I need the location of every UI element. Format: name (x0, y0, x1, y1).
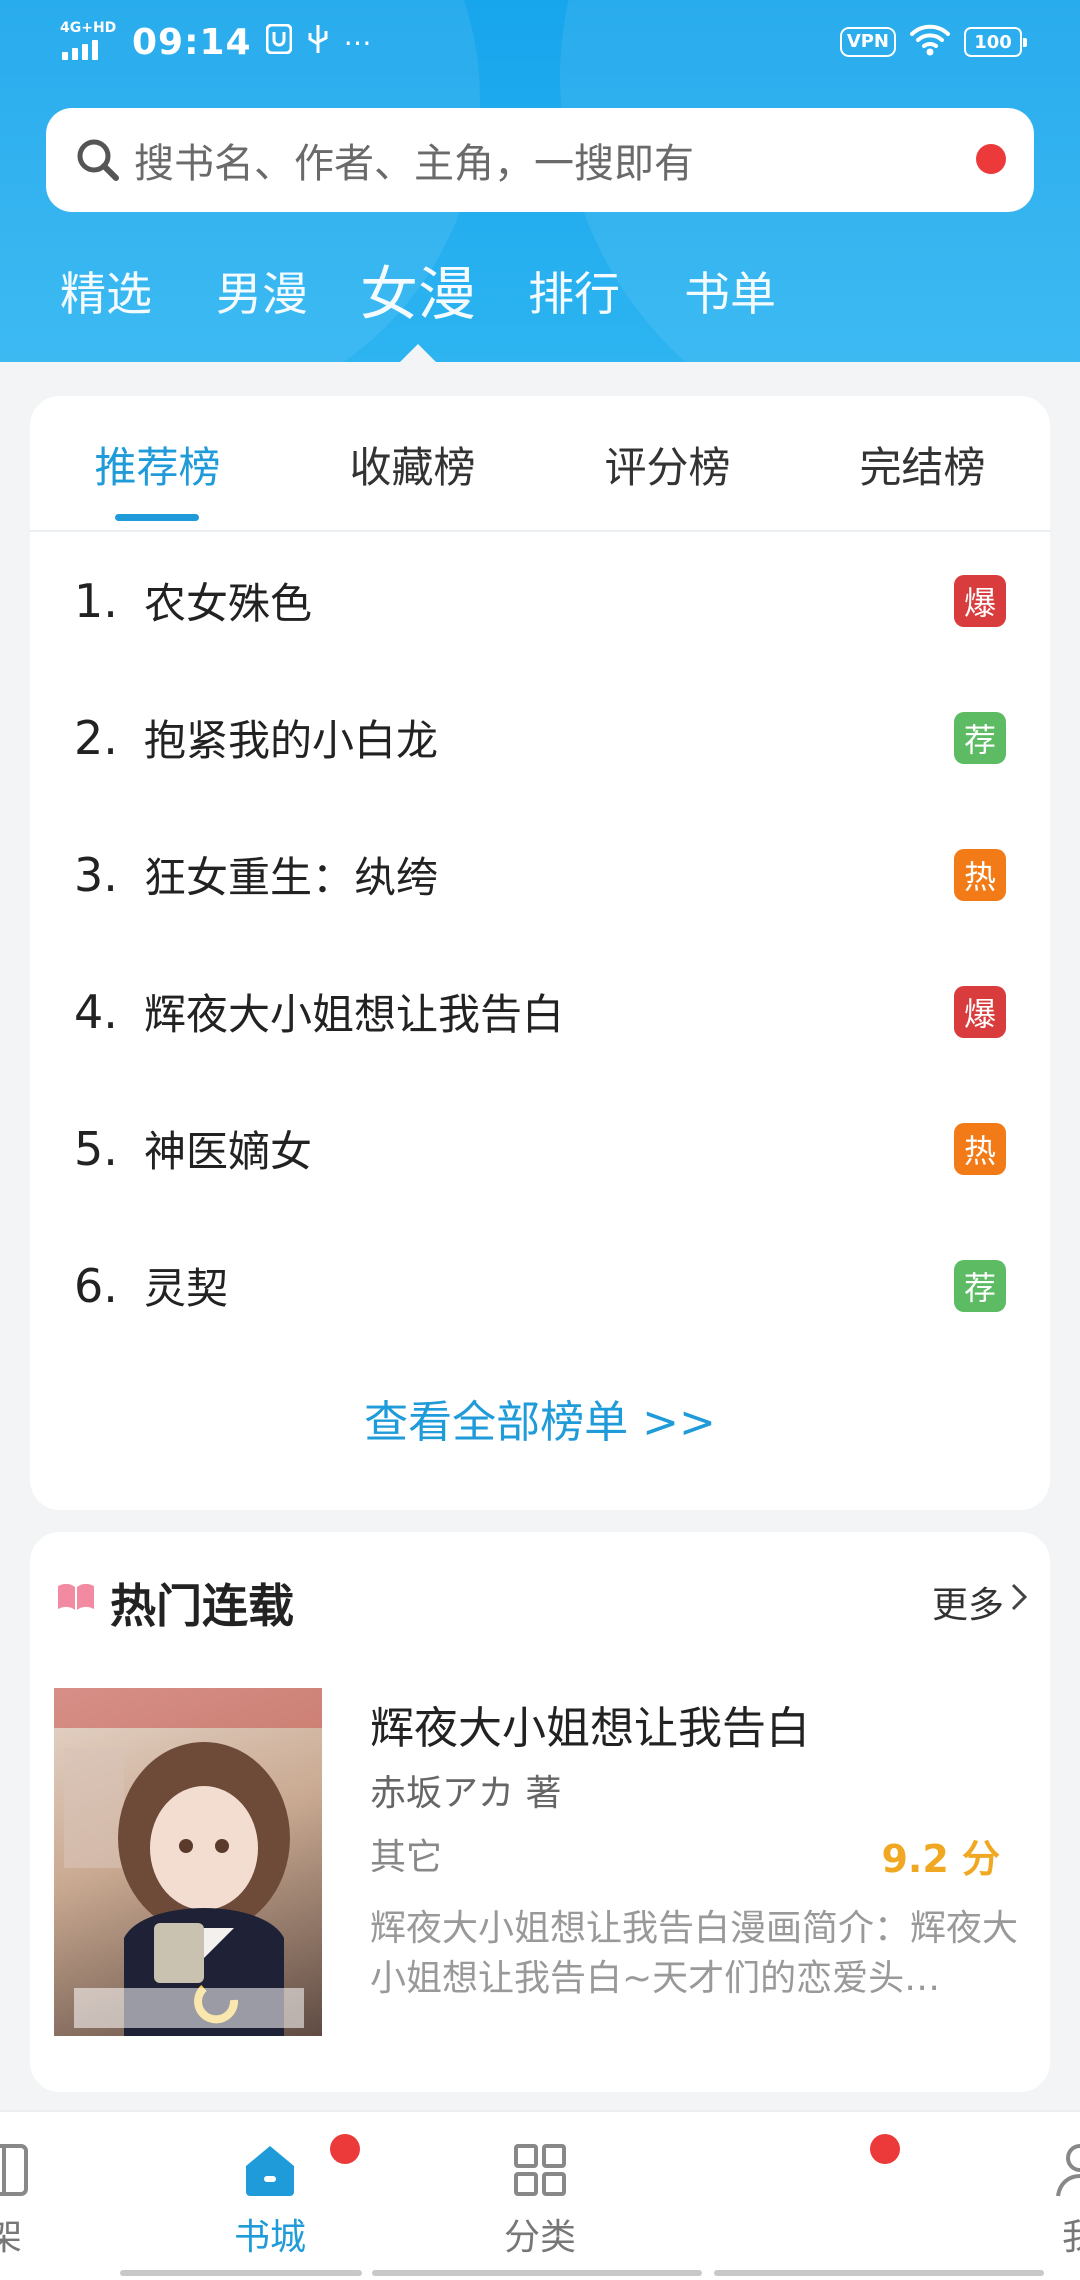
ranking-tab-bar: 推荐榜 收藏榜 评分榜 完结榜 (30, 396, 1050, 532)
open-book-icon (58, 1583, 94, 1610)
rank-number: 3. (74, 847, 118, 902)
tab-featured[interactable]: 精选 (60, 252, 152, 336)
hot-serial-card: 热门连载 更多 辉夜大小姐想让我告白 赤坂アカ 著 其它 9.2 分 辉夜大小姐… (30, 1532, 1050, 2092)
nav-bookstore[interactable]: 书城 (210, 2142, 330, 2260)
usb-debug-icon (306, 23, 330, 62)
rank-badge: 热 (954, 848, 1006, 901)
tab-favorites-rank[interactable]: 收藏榜 (285, 434, 540, 495)
ranking-item[interactable]: 1. 农女殊色 爆 (30, 532, 1050, 669)
rank-number: 1. (74, 573, 118, 628)
ranking-item[interactable]: 2. 抱紧我的小白龙 荐 (30, 669, 1050, 806)
gesture-bar-segment (372, 2270, 702, 2276)
rank-title: 农女殊色 (144, 579, 313, 628)
usb-icon (265, 23, 293, 61)
rank-number: 5. (74, 1121, 118, 1176)
tab-booklist[interactable]: 书单 (684, 252, 776, 336)
nav-label: 架 (0, 2217, 22, 2258)
nav-profile[interactable]: 我 (1040, 2142, 1080, 2260)
battery-icon: 100 (964, 27, 1027, 57)
rank-title: 灵契 (144, 1264, 229, 1313)
chevron-right-icon[interactable] (1010, 1582, 1028, 1612)
clock: 09:14 (132, 21, 252, 63)
section-title: 热门连载 (110, 1579, 294, 1633)
ranking-list: 1. 农女殊色 爆 2. 抱紧我的小白龙 荐 3. 狂女重生：纨绔 热 4. 辉… (30, 532, 1050, 1354)
rank-number: 4. (74, 984, 118, 1039)
notification-dot (870, 2134, 900, 2164)
rank-badge: 荐 (954, 1259, 1006, 1312)
top-tab-bar: 精选 男漫 女漫 排行 书单 (0, 252, 1080, 336)
bookshelf-icon (0, 2144, 28, 2196)
active-tab-indicator (115, 514, 199, 521)
search-bar[interactable]: 搜书名、作者、主角，一搜即有 (46, 108, 1034, 212)
tab-completed-rank[interactable]: 完结榜 (795, 434, 1050, 495)
rank-title: 狂女重生：纨绔 (144, 853, 439, 902)
tab-male-comics[interactable]: 男漫 (216, 252, 308, 336)
book-genre: 其它 (370, 1837, 443, 1878)
cell-signal-icon: 4G+HD (58, 20, 118, 62)
ranking-item[interactable]: 5. 神医嫡女 热 (30, 1080, 1050, 1217)
rank-title: 辉夜大小姐想让我告白 (144, 990, 565, 1039)
view-all-rankings-link[interactable]: 查看全部榜单 >> (30, 1386, 1050, 1450)
more-notifications-icon: ⋯ (343, 25, 372, 59)
rank-badge: 爆 (954, 985, 1006, 1038)
rank-title: 抱紧我的小白龙 (144, 716, 439, 765)
cover-illustration (54, 1688, 322, 2036)
user-icon (1056, 2144, 1080, 2197)
nav-label: 我 (1061, 2217, 1080, 2258)
tab-recommend-rank[interactable]: 推荐榜 (30, 434, 285, 495)
bottom-navigation: 架 书城 分类 我 (0, 2110, 1080, 2280)
rank-badge: 荐 (954, 711, 1006, 764)
ranking-item[interactable]: 6. 灵契 荐 (30, 1217, 1050, 1354)
rank-badge: 热 (954, 1122, 1006, 1175)
vpn-badge: VPN (839, 27, 896, 57)
nav-bookshelf[interactable]: 架 (0, 2142, 44, 2260)
wifi-icon (910, 24, 950, 60)
gesture-bar-segment (120, 2270, 362, 2276)
book-cover[interactable] (54, 1688, 322, 2036)
grid-icon (514, 2144, 566, 2196)
rank-number: 6. (74, 1258, 118, 1313)
network-type-label: 4G+HD (60, 20, 117, 36)
status-bar: 4G+HD 09:14 ⋯ VPN 100 (0, 0, 1080, 84)
notification-dot (330, 2134, 360, 2164)
ranking-card: 推荐榜 收藏榜 评分榜 完结榜 1. 农女殊色 爆 2. 抱紧我的小白龙 荐 3… (30, 396, 1050, 1510)
nav-category[interactable]: 分类 (480, 2142, 600, 2260)
rank-badge: 爆 (954, 574, 1006, 627)
book-title[interactable]: 辉夜大小姐想让我告白 (370, 1692, 810, 1756)
tab-female-comics[interactable]: 女漫 (360, 252, 476, 336)
ranking-item[interactable]: 3. 狂女重生：纨绔 热 (30, 806, 1050, 943)
active-tab-caret (398, 344, 438, 362)
nav-label: 分类 (503, 2217, 576, 2258)
rank-title: 神医嫡女 (144, 1127, 313, 1176)
search-icon (77, 139, 119, 181)
more-link[interactable]: 更多 (932, 1576, 1004, 1628)
gesture-bar-segment (714, 2270, 1044, 2276)
tab-ranking[interactable]: 排行 (528, 252, 620, 336)
home-icon (246, 2146, 294, 2196)
nav-label: 书城 (233, 2217, 306, 2258)
ranking-item[interactable]: 4. 辉夜大小姐想让我告白 爆 (30, 943, 1050, 1080)
header: 4G+HD 09:14 ⋯ VPN 100 搜书名、作者、主角，一搜即有 精选 … (0, 0, 1080, 362)
section-header: 热门连载 更多 (30, 1570, 1050, 1633)
book-author: 赤坂アカ 著 (370, 1773, 562, 1814)
book-description: 辉夜大小姐想让我告白漫画简介：辉夜大小姐想让我告白~天才们的恋爱头… (370, 1908, 1019, 1999)
rank-number: 2. (74, 710, 118, 765)
search-placeholder: 搜书名、作者、主角，一搜即有 (134, 141, 694, 187)
book-score: 9.2 分 (881, 1837, 1000, 1881)
notification-dot (976, 144, 1006, 174)
tab-rating-rank[interactable]: 评分榜 (540, 434, 795, 495)
